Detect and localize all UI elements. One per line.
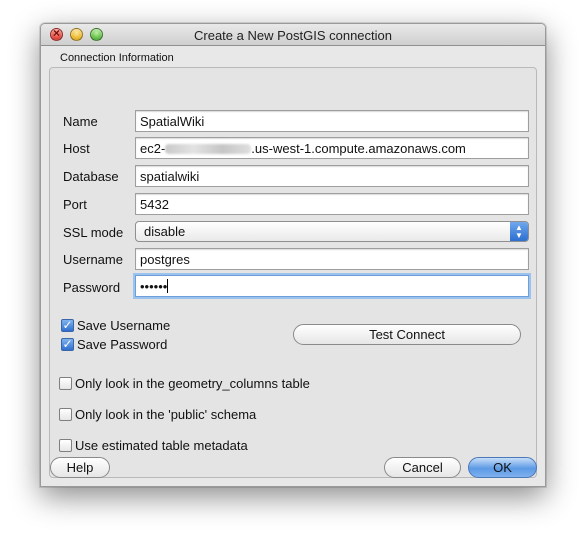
ssl-mode-label: SSL mode xyxy=(63,225,124,240)
database-field[interactable]: spatialwiki xyxy=(135,165,529,187)
test-connect-button[interactable]: Test Connect xyxy=(293,324,521,345)
help-button[interactable]: Help xyxy=(50,457,110,478)
text-caret xyxy=(167,279,169,293)
public-schema-checkbox[interactable] xyxy=(59,408,72,421)
updown-arrows-icon: ▲ ▼ xyxy=(510,222,528,241)
window-title: Create a New PostGIS connection xyxy=(194,28,392,43)
save-username-label: Save Username xyxy=(77,318,171,333)
title-bar[interactable]: Create a New PostGIS connection xyxy=(41,24,545,46)
host-suffix: .us-west-1.compute.amazonaws.com xyxy=(251,141,466,156)
password-mask: •••••• xyxy=(140,279,168,294)
connection-info-group: Name SpatialWiki Host ec2- .us-west-1.com… xyxy=(49,67,537,478)
checkmark-icon: ✓ xyxy=(62,337,73,351)
geometry-columns-checkbox[interactable] xyxy=(59,377,72,390)
port-field[interactable]: 5432 xyxy=(135,193,529,215)
name-label: Name xyxy=(63,114,98,129)
group-label: Connection Information xyxy=(60,52,174,64)
checkmark-icon: ✓ xyxy=(62,318,73,332)
estimated-metadata-label: Use estimated table metadata xyxy=(75,438,248,453)
username-label: Username xyxy=(63,252,123,267)
ssl-mode-select[interactable]: disable ▲ ▼ xyxy=(135,221,529,242)
geometry-columns-label: Only look in the geometry_columns table xyxy=(75,376,310,391)
host-label: Host xyxy=(63,141,90,156)
username-field[interactable]: postgres xyxy=(135,248,529,270)
database-label: Database xyxy=(63,169,119,184)
ssl-mode-value: disable xyxy=(144,224,186,239)
dialog-window: Create a New PostGIS connection Connecti… xyxy=(40,23,546,487)
save-password-checkbox[interactable]: ✓ xyxy=(61,338,74,351)
host-prefix: ec2- xyxy=(140,141,166,156)
port-label: Port xyxy=(63,197,87,212)
cancel-button[interactable]: Cancel xyxy=(384,457,461,478)
save-username-checkbox[interactable]: ✓ xyxy=(61,319,74,332)
redacted-host-segment xyxy=(165,144,252,154)
ok-button[interactable]: OK xyxy=(468,457,537,478)
name-field[interactable]: SpatialWiki xyxy=(135,110,529,132)
host-field[interactable]: ec2- .us-west-1.compute.amazonaws.com xyxy=(135,137,529,159)
save-password-label: Save Password xyxy=(77,337,168,352)
password-label: Password xyxy=(63,280,121,295)
password-field[interactable]: •••••• xyxy=(135,275,529,297)
public-schema-label: Only look in the 'public' schema xyxy=(75,407,257,422)
estimated-metadata-checkbox[interactable] xyxy=(59,439,72,452)
